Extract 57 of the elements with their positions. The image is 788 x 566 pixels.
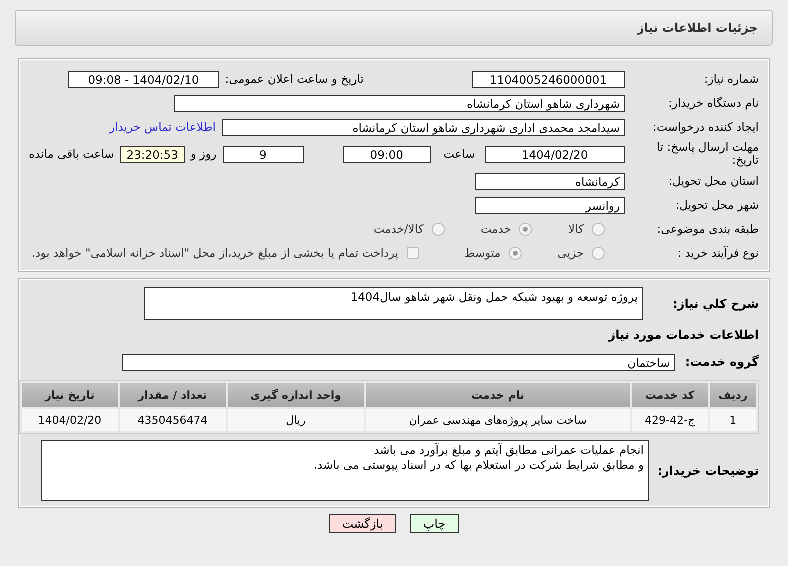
field-label: ساعت — [442, 147, 476, 161]
contact-link[interactable]: اطلاعات تماس خریدار — [109, 120, 216, 134]
notes-textarea[interactable]: انجام عملیات عمرانی مطابق آیتم و مبلغ برآورد می باشد و مطابق شرایط شرکت در استعلام بها که در اسناد پیوستی می باشد. — [41, 440, 649, 501]
text-field[interactable]: 09:00 — [342, 146, 431, 162]
field-label: ساعت باقی مانده — [29, 147, 114, 161]
field-label: توضیحات خریدار: — [656, 464, 759, 478]
text-field[interactable]: شهرداری شاهو استان کرمانشاه — [174, 94, 625, 112]
field-label: نوع فرآیند خرید : — [676, 246, 759, 260]
text-field[interactable]: 9 — [222, 146, 304, 162]
field-label: روز و — [190, 147, 217, 161]
radio-button[interactable] — [592, 246, 605, 260]
checkbox-label: پرداخت تمام یا بخشی از مبلغ خرید،از محل "اسناد خزانه اسلامی" خواهد بود. — [32, 246, 399, 260]
radio-label: خدمت — [480, 222, 512, 236]
text-field[interactable]: 1404/02/10 - 09:08 — [68, 70, 220, 88]
countdown-field: 23:20:53 — [120, 146, 185, 162]
radio-button[interactable] — [508, 246, 522, 260]
radio-label: کالا — [568, 222, 584, 236]
column-header: کد خدمت — [632, 383, 708, 407]
table-cell: 1404/02/20 — [22, 409, 118, 431]
column-header: ردیف — [710, 383, 756, 407]
column-header: واحد اندازه گیری — [228, 383, 364, 407]
text-field[interactable]: ساختمان — [122, 354, 675, 370]
radio-button[interactable] — [432, 222, 445, 236]
column-header: تعداد / مقدار — [120, 383, 226, 407]
text-field[interactable]: روانسر — [475, 196, 625, 214]
radio-label: متوسط — [464, 246, 501, 260]
radio-button[interactable] — [592, 222, 605, 236]
field-label: شهر محل تحویل: — [674, 198, 759, 212]
back-button[interactable]: بازگشت — [329, 514, 396, 533]
column-header: نام خدمت — [366, 383, 630, 407]
field-label: ایجاد کننده درخواست: — [652, 120, 759, 134]
text-field[interactable]: 1404/02/20 — [485, 146, 625, 162]
column-header: تاریخ نیاز — [22, 383, 118, 407]
table-cell: 1 — [710, 409, 756, 431]
field-label: شرح کلي نیاز: — [672, 297, 759, 311]
field-label: تاریخ و ساعت اعلان عمومی: — [225, 72, 364, 86]
print-button[interactable]: چاپ — [410, 514, 459, 533]
field-label: مهلت ارسال پاسخ: تا تاریخ: — [656, 141, 759, 167]
field-label: استان محل تحویل: — [668, 174, 759, 188]
summary-textarea[interactable]: پروژه توسعه و بهبود شبکه حمل ونقل شهر شاهو سال1404 — [144, 287, 643, 320]
field-label: نام دستگاه خریدار: — [667, 96, 759, 110]
field-label: شماره نیاز: — [703, 72, 759, 86]
radio-label: کالا/خدمت — [374, 222, 424, 236]
text-field[interactable]: کرمانشاه — [475, 172, 625, 190]
table-cell: ریال — [228, 409, 364, 431]
page-title: جزئیات اطلاعات نیاز — [637, 21, 758, 35]
table-cell: ساخت سایر پروژه‌های مهندسی عمران — [366, 409, 630, 431]
field-label: گروه خدمت: — [689, 355, 759, 369]
text-field[interactable]: 1104005246000001 — [472, 70, 625, 88]
text-field[interactable]: سیدامجد محمدی اداری شهرداری شاهو استان کرمانشاه — [222, 118, 625, 136]
radio-button[interactable] — [519, 222, 532, 236]
radio-label: جزیی — [558, 246, 584, 260]
field-label: طبقه بندی موضوعی: — [656, 222, 759, 236]
checkbox[interactable] — [406, 247, 419, 259]
table-cell: ج-42-429 — [632, 409, 708, 431]
section-title: اطلاعات خدمات مورد نیاز — [608, 328, 759, 342]
table-cell: 4350456474 — [120, 409, 226, 431]
